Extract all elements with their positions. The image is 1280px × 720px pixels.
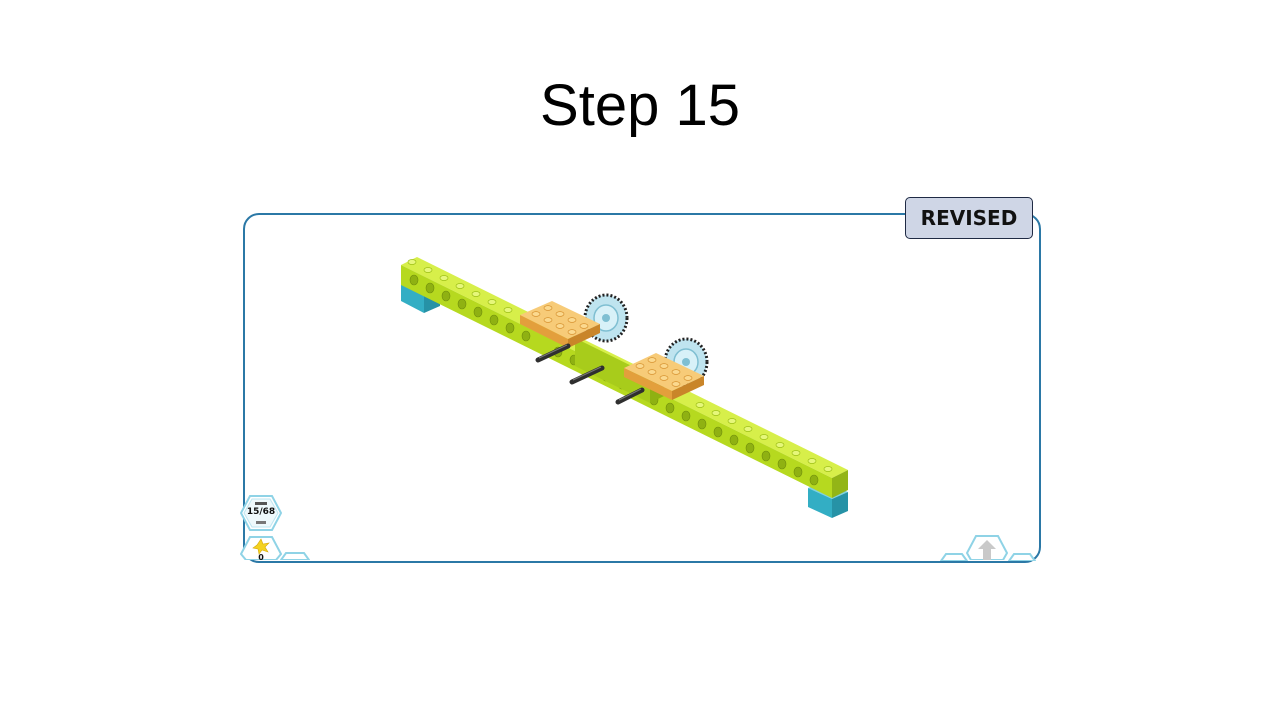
step-counter-value: 15/68 [246,507,276,517]
hex-nav-icon[interactable] [280,552,310,560]
hex-nav-right-icon[interactable] [1008,553,1036,561]
hex-nav-left-icon[interactable] [940,553,968,561]
instruction-frame [243,213,1041,563]
page-title: Step 15 [540,73,740,138]
score-value: 0 [258,553,264,562]
slide: Step 15 REVISED 15/68 0 [0,0,1280,720]
revised-badge: REVISED [905,197,1033,239]
up-arrow-icon[interactable] [966,534,1008,560]
